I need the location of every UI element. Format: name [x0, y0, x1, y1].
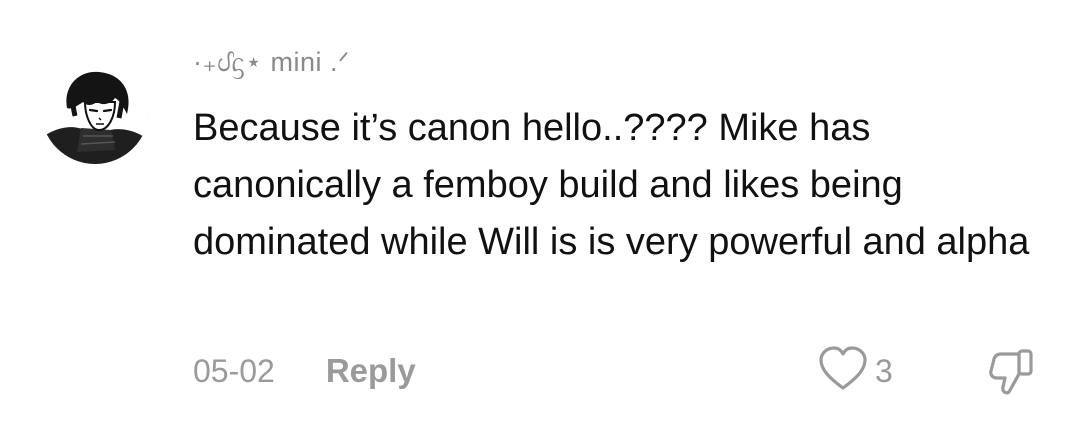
avatar-image	[41, 56, 149, 164]
thumbs-down-outline-icon	[989, 349, 1033, 395]
dislike-button[interactable]	[985, 346, 1037, 398]
comment-date: 05-02	[193, 352, 275, 389]
avatar[interactable]	[41, 56, 149, 164]
heart-outline-icon	[818, 345, 868, 397]
reply-button[interactable]: Reply	[326, 352, 416, 390]
comment-item: ·₊ᦔᦓ⋆ mini .ᐟ Because it’s canon hello..…	[0, 0, 1080, 421]
comment-text: Because it’s canon hello..???? Mike has …	[193, 107, 1030, 263]
username[interactable]: ·₊ᦔᦓ⋆ mini .ᐟ	[193, 47, 350, 80]
comment-meta: 05-02 Reply	[193, 346, 416, 396]
like-button[interactable]: 3	[818, 345, 893, 397]
like-count: 3	[875, 352, 893, 389]
